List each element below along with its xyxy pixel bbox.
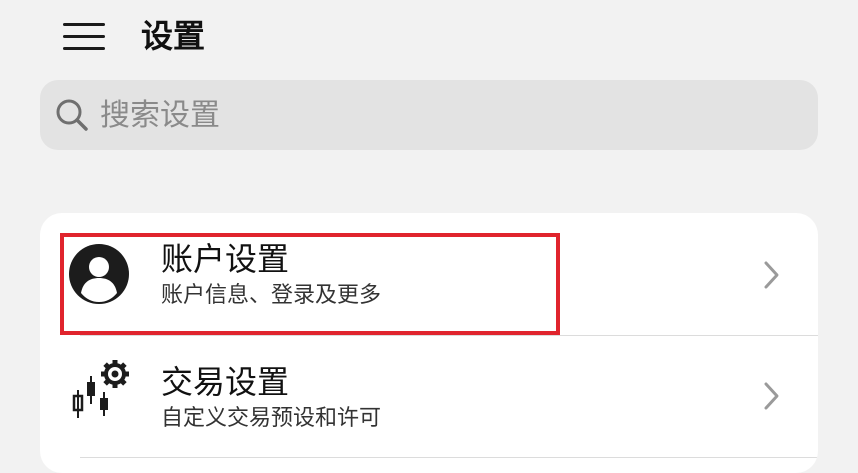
settings-item-subtitle: 账户信息、登录及更多 (161, 283, 382, 308)
hamburger-menu-icon[interactable] (58, 14, 110, 58)
trading-gear-icon (72, 360, 129, 418)
settings-item-trading[interactable]: 交易设置 自定义交易预设和许可 (40, 336, 818, 458)
page-title: 设置 (141, 17, 206, 55)
settings-item-title: 交易设置 (161, 363, 290, 401)
settings-item-title: 账户设置 (161, 240, 290, 278)
menu-line (63, 46, 105, 50)
row-divider (80, 457, 818, 458)
search-input[interactable] (100, 80, 800, 150)
chevron-right-icon (764, 382, 779, 410)
account-avatar-icon (69, 244, 129, 304)
menu-line (63, 34, 105, 38)
menu-line (63, 22, 105, 26)
settings-card: 账户设置 账户信息、登录及更多 交易设置 自定义交易预设和许可 (40, 213, 818, 473)
chevron-right-icon (764, 261, 779, 289)
search-icon (56, 99, 88, 131)
app-header: 设置 (0, 0, 858, 72)
search-bar[interactable] (40, 80, 818, 150)
settings-item-subtitle: 自定义交易预设和许可 (161, 406, 382, 431)
settings-item-account[interactable]: 账户设置 账户信息、登录及更多 (40, 213, 818, 335)
